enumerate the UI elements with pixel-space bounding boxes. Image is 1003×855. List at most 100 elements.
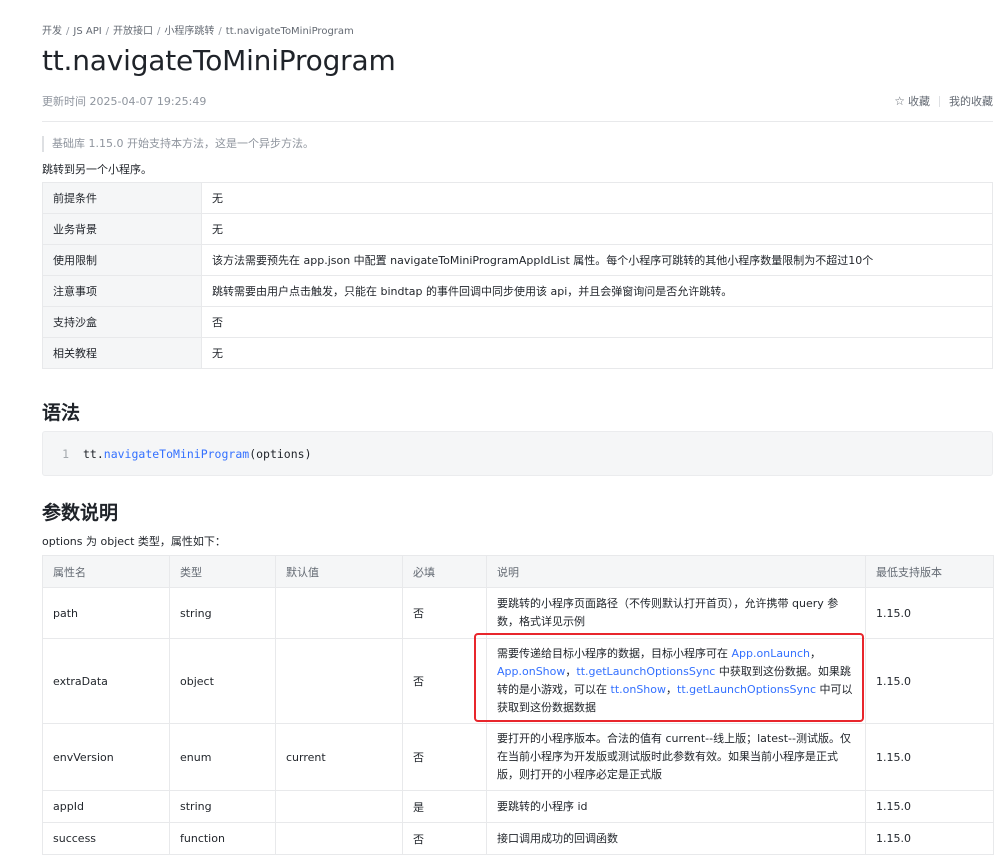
param-description: 要跳转的小程序 id <box>486 790 866 823</box>
col-header-required: 必填 <box>402 555 487 588</box>
info-value: 否 <box>201 306 993 338</box>
page-actions: ☆ 收藏 我的收藏 <box>894 93 993 109</box>
info-value: 无 <box>201 213 993 245</box>
params-table: 属性名 类型 默认值 必填 说明 最低支持版本 path string 否 要跳… <box>42 555 994 855</box>
param-default <box>275 790 403 823</box>
link-get-launch-options-sync[interactable]: tt.getLaunchOptionsSync <box>576 665 715 678</box>
param-version: 1.15.0 <box>865 723 994 791</box>
code-args: (options) <box>249 446 312 461</box>
param-description: 要跳转的小程序页面路径（不传则默认打开首页），允许携带 query 参数，格式详… <box>486 587 866 639</box>
info-row-prerequisite: 前提条件无 <box>42 182 993 214</box>
col-header-name: 属性名 <box>42 555 170 588</box>
info-key: 使用限制 <box>42 244 202 276</box>
param-default <box>275 822 403 855</box>
code-block[interactable]: 1 tt. navigateToMiniProgram (options) <box>42 431 993 476</box>
param-default <box>275 587 403 639</box>
param-default <box>275 638 403 724</box>
col-header-type: 类型 <box>169 555 276 588</box>
param-version: 1.15.0 <box>865 587 994 639</box>
info-row-sandbox: 支持沙盒否 <box>42 306 993 338</box>
desc-text: 需要传递给目标小程序的数据，目标小程序可在 <box>497 647 732 660</box>
param-row-path: path string 否 要跳转的小程序页面路径（不传则默认打开首页），允许携… <box>42 587 994 639</box>
info-value: 该方法需要预先在 app.json 中配置 navigateToMiniProg… <box>201 244 993 276</box>
param-description: 需要传递给目标小程序的数据，目标小程序可在 App.onLaunch，App.o… <box>486 638 866 724</box>
info-key: 前提条件 <box>42 182 202 214</box>
col-header-min-version: 最低支持版本 <box>865 555 994 588</box>
info-key: 支持沙盒 <box>42 306 202 338</box>
params-heading: 参数说明 <box>42 502 119 524</box>
favorite-label: 收藏 <box>908 95 930 108</box>
info-key: 注意事项 <box>42 275 202 307</box>
param-description: 接口调用成功的回调函数 <box>486 822 866 855</box>
param-required: 否 <box>402 587 487 639</box>
param-name: success <box>42 822 170 855</box>
star-icon: ☆ <box>894 94 905 108</box>
info-value: 跳转需要由用户点击触发，只能在 bindtap 的事件回调中同步使用该 api，… <box>201 275 993 307</box>
info-value: 无 <box>201 337 993 369</box>
param-name: appId <box>42 790 170 823</box>
param-version: 1.15.0 <box>865 638 994 724</box>
param-required: 是 <box>402 790 487 823</box>
page-title: tt.navigateToMiniProgram <box>42 44 396 77</box>
header-divider <box>42 121 993 122</box>
actions-divider <box>939 95 940 107</box>
info-key: 相关教程 <box>42 337 202 369</box>
param-default: current <box>275 723 403 791</box>
link-app-onlaunch[interactable]: App.onLaunch <box>732 647 811 660</box>
breadcrumb-item-open-api[interactable]: 开放接口 <box>113 26 153 37</box>
param-version: 1.15.0 <box>865 790 994 823</box>
syntax-heading: 语法 <box>42 402 81 424</box>
api-description: 跳转到另一个小程序。 <box>42 163 152 176</box>
link-tt-onshow[interactable]: tt.onShow <box>611 683 667 696</box>
breadcrumb-separator: / <box>157 26 161 37</box>
param-required: 否 <box>402 723 487 791</box>
link-app-onshow[interactable]: App.onShow <box>497 665 565 678</box>
code-object: tt. <box>83 446 104 461</box>
breadcrumb-separator: / <box>105 26 110 37</box>
param-name: envVersion <box>42 723 170 791</box>
desc-text: ， <box>565 665 577 678</box>
desc-text: ， <box>666 683 678 696</box>
info-row-limit: 使用限制 该方法需要预先在 app.json 中配置 navigateToMini… <box>42 244 993 276</box>
desc-text: ， <box>810 647 822 660</box>
param-version: 1.15.0 <box>865 822 994 855</box>
param-name: path <box>42 587 170 639</box>
param-row-success: success function 否 接口调用成功的回调函数 1.15.0 <box>42 822 994 855</box>
info-row-background: 业务背景无 <box>42 213 993 245</box>
param-type: object <box>169 638 276 724</box>
param-type: function <box>169 822 276 855</box>
param-type: enum <box>169 723 276 791</box>
support-notice: 基础库 1.15.0 开始支持本方法，这是一个异步方法。 <box>42 136 314 152</box>
options-note: options 为 object 类型，属性如下： <box>42 535 226 548</box>
breadcrumb: 开发 / JS API / 开放接口 / 小程序跳转 / tt.navigateToMiniPr… <box>42 22 354 37</box>
param-type: string <box>169 790 276 823</box>
param-required: 否 <box>402 822 487 855</box>
param-row-appid: appId string 是 要跳转的小程序 id 1.15.0 <box>42 790 994 823</box>
breadcrumb-separator: / <box>66 26 70 37</box>
param-required: 否 <box>402 638 487 724</box>
favorite-button[interactable]: ☆ 收藏 <box>894 93 930 109</box>
col-header-description: 说明 <box>486 555 866 588</box>
breadcrumb-item-mini-program-jump[interactable]: 小程序跳转 <box>164 26 214 37</box>
params-header-row: 属性名 类型 默认值 必填 说明 最低支持版本 <box>42 555 994 588</box>
code-method: navigateToMiniProgram <box>103 446 250 461</box>
link-get-launch-options-sync-2[interactable]: tt.getLaunchOptionsSync <box>677 683 816 696</box>
info-table: 前提条件无 业务背景无 使用限制 该方法需要预先在 app.json 中配置 na… <box>42 182 993 369</box>
info-value: 无 <box>201 182 993 214</box>
info-key: 业务背景 <box>42 213 202 245</box>
breadcrumb-item-current: tt.navigateToMiniProgram <box>225 26 354 37</box>
col-header-default: 默认值 <box>275 555 403 588</box>
info-row-notes: 注意事项 跳转需要由用户点击触发，只能在 bindtap 的事件回调中同步使用该 … <box>42 275 993 307</box>
param-name: extraData <box>42 638 170 724</box>
code-line-number: 1 <box>62 446 69 461</box>
breadcrumb-separator: / <box>218 26 222 37</box>
param-type: string <box>169 587 276 639</box>
breadcrumb-item-dev[interactable]: 开发 <box>42 26 62 37</box>
param-row-envversion: envVersion enum current 否 要打开的小程序版本。合法的值… <box>42 723 994 791</box>
param-description: 要打开的小程序版本。合法的值有 current--线上版；latest--测试版… <box>486 723 866 791</box>
param-row-extradata: extraData object 否 需要传递给目标小程序的数据，目标小程序可在… <box>42 638 994 724</box>
update-time: 更新时间 2025-04-07 19:25:49 <box>42 95 207 108</box>
breadcrumb-item-js-api[interactable]: JS API <box>73 26 101 37</box>
my-favorites-link[interactable]: 我的收藏 <box>949 93 993 109</box>
info-row-tutorial: 相关教程无 <box>42 337 993 369</box>
